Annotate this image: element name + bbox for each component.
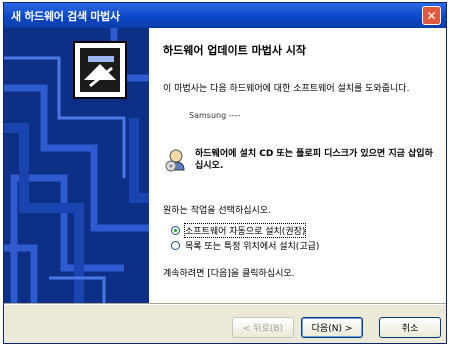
wizard-content: 하드웨어 업데이트 마법사 시작 이 마법사는 다음 하드웨어에 대한 소프트웨… — [149, 28, 446, 303]
option-advanced-install[interactable]: 목록 또는 특정 위치에서 설치(고급) — [171, 239, 319, 252]
wizard-side-graphic — [4, 28, 149, 303]
close-button[interactable]: ✕ — [422, 6, 441, 25]
radio-unselected[interactable] — [171, 241, 180, 250]
next-button[interactable]: 다음(N) > — [301, 317, 363, 338]
cancel-button[interactable]: 취소 — [379, 317, 441, 338]
question-text: 원하는 작업을 선택하십시오. — [163, 206, 271, 216]
title-bar[interactable]: 새 하드웨어 검색 마법사 ✕ — [4, 3, 446, 28]
option-auto-install[interactable]: 소프트웨어 자동으로 설치(권장) — [171, 223, 307, 238]
button-bar: < 뒤로(B) 다음(N) > 취소 — [4, 305, 446, 343]
window-title: 새 하드웨어 검색 마법사 — [11, 9, 120, 23]
continue-hint: 계속하려면 [다음]을 클릭하십시오. — [163, 269, 295, 279]
device-name: Samsung ---- — [189, 111, 241, 120]
back-button[interactable]: < 뒤로(B) — [232, 317, 294, 338]
cd-icon — [165, 149, 185, 172]
option-label: 소프트웨어 자동으로 설치(권장) — [183, 223, 307, 238]
hardware-icon — [73, 41, 127, 99]
wizard-window: 새 하드웨어 검색 마법사 ✕ 하드웨어 업데이트 마법사 시작 이 마법사는 … — [3, 2, 447, 344]
cd-prompt: 하드웨어에 설치 CD 또는 플로피 디스크가 있으면 지금 삽입하십시오. — [195, 149, 433, 171]
intro-text: 이 마법사는 다음 하드웨어에 대한 소프트웨어 설치를 도와줍니다. — [163, 84, 410, 94]
wizard-heading: 하드웨어 업데이트 마법사 시작 — [163, 44, 307, 57]
option-label: 목록 또는 특정 위치에서 설치(고급) — [185, 242, 320, 252]
radio-selected[interactable] — [171, 226, 180, 235]
close-icon: ✕ — [426, 8, 437, 23]
circuit-graphic — [4, 28, 149, 303]
